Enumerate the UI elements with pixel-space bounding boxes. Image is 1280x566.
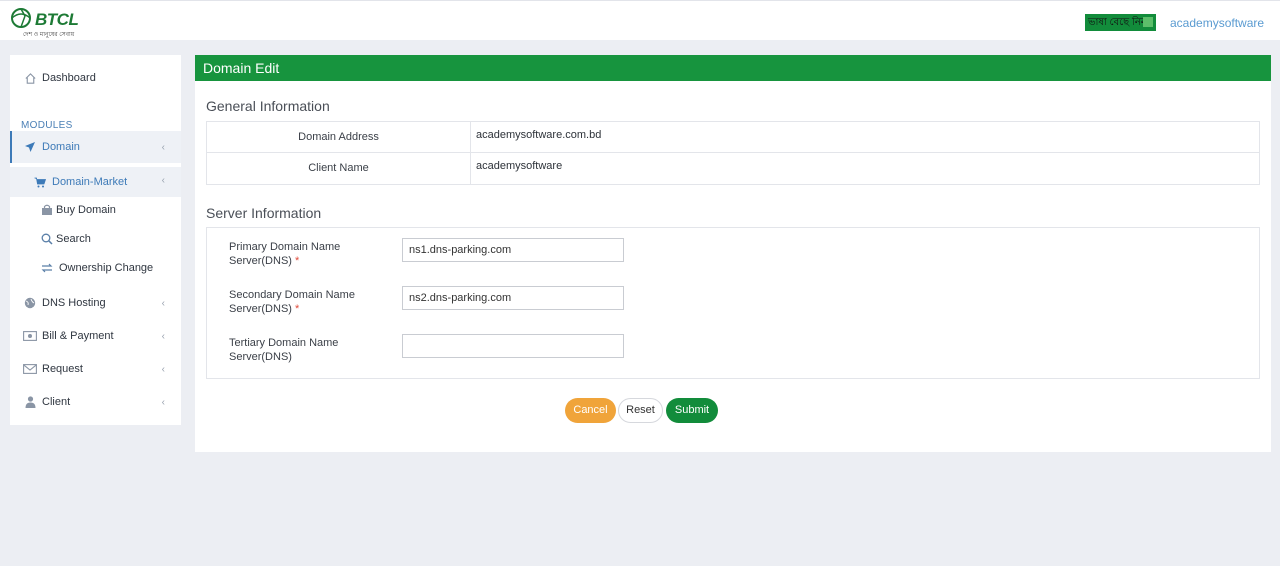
client-name-label: Client Name [207,153,471,184]
sidebar-item-label: Bill & Payment [42,330,114,342]
sidebar-item-label: Buy Domain [56,204,116,216]
chevron-left-icon: ‹ [161,364,165,375]
chevron-left-icon: ‹ [161,397,165,408]
home-icon [23,71,37,85]
sidebar-item-dns-hosting[interactable]: DNS Hosting ‹ [10,287,181,319]
primary-dns-input[interactable] [402,238,624,262]
required-marker: * [294,303,300,315]
sidebar-item-domain[interactable]: Domain ‹ [10,131,181,163]
sidebar-item-label: DNS Hosting [42,297,106,309]
general-information-heading: General Information [206,98,330,114]
secondary-dns-label: Secondary Domain Name Server(DNS) * [229,288,379,316]
logo-text: BTCL [35,10,79,29]
general-info-table: Domain Address academysoftware.com.bd Cl… [206,121,1260,185]
primary-dns-label: Primary Domain Name Server(DNS) * [229,240,379,268]
logo-tagline: দেশ ও মানুষের সেবায় [23,32,75,38]
search-icon [40,232,54,246]
sidebar-item-buy-domain[interactable]: Buy Domain [10,195,181,225]
submit-button[interactable]: Submit [666,398,718,423]
chevron-left-icon: ‹ [161,298,165,309]
sidebar-item-request[interactable]: Request ‹ [10,353,181,385]
user-icon [23,395,37,409]
modules-heading: MODULES [21,120,73,131]
cancel-button[interactable]: Cancel [565,398,616,423]
sidebar-item-ownership-change[interactable]: Ownership Change [10,253,181,283]
sidebar-item-label: Domain-Market [52,176,128,188]
chevron-left-icon: ‹ [161,175,165,186]
reset-button[interactable]: Reset [618,398,663,423]
user-menu-link[interactable]: academysoftware [1170,16,1264,30]
table-row: Domain Address academysoftware.com.bd [207,122,1259,153]
tertiary-dns-input[interactable] [402,334,624,358]
language-indicator-icon [1143,17,1153,27]
domain-address-value: academysoftware.com.bd [476,129,602,141]
server-info-form: Primary Domain Name Server(DNS)* Seconda… [206,227,1260,379]
sidebar-item-label: Ownership Change [59,262,154,274]
table-row: Client Name academysoftware [207,153,1259,184]
location-arrow-icon [23,140,37,154]
sidebar-item-label: Domain [42,141,80,153]
active-indicator [10,131,12,163]
sidebar-item-label: Request [42,363,83,375]
sidebar-item-label: Client [42,396,71,408]
sidebar-item-bill-payment[interactable]: Bill & Payment ‹ [10,320,181,352]
sidebar-item-label: Dashboard [42,72,96,84]
primary-dns-label-text: Primary Domain Name Server(DNS) [229,241,341,267]
top-bar: BTCL দেশ ও মানুষের সেবায় ভাষা বেছে নিন … [0,0,1280,40]
sidebar-item-domain-market[interactable]: Domain-Market ‹ [10,167,181,197]
sidebar-item-dashboard[interactable]: Dashboard [10,62,181,94]
btcl-logo[interactable]: BTCL দেশ ও মানুষের সেবায় [9,4,79,40]
sidebar: Dashboard MODULES Domain ‹ Domain-Market… [10,55,181,425]
tertiary-dns-label: Tertiary Domain Name Server(DNS) [229,337,339,363]
sidebar-item-client[interactable]: Client ‹ [10,386,181,418]
domain-edit-panel: Domain Edit General Information Domain A… [195,55,1271,452]
sidebar-item-search[interactable]: Search [10,224,181,254]
chevron-left-icon: ‹ [161,331,165,342]
exchange-icon [40,261,54,275]
client-name-value: academysoftware [476,160,563,172]
shopping-bag-icon [40,203,54,217]
required-marker: * [294,255,300,267]
envelope-icon [23,362,37,376]
server-information-heading: Server Information [206,205,322,221]
cart-icon [33,175,47,189]
globe-logo-icon [11,8,31,28]
language-select-button[interactable]: ভাষা বেছে নিন [1085,14,1156,31]
chevron-left-icon: ‹ [161,142,165,153]
secondary-dns-input[interactable] [402,286,624,310]
globe-icon [23,296,37,310]
money-bill-icon [23,329,37,343]
domain-address-label: Domain Address [207,122,471,152]
sidebar-item-label: Search [56,233,91,245]
secondary-dns-label-text: Secondary Domain Name Server(DNS) [229,289,355,315]
page-title: Domain Edit [195,55,1271,81]
language-select-label: ভাষা বেছে নিন [1088,17,1147,28]
